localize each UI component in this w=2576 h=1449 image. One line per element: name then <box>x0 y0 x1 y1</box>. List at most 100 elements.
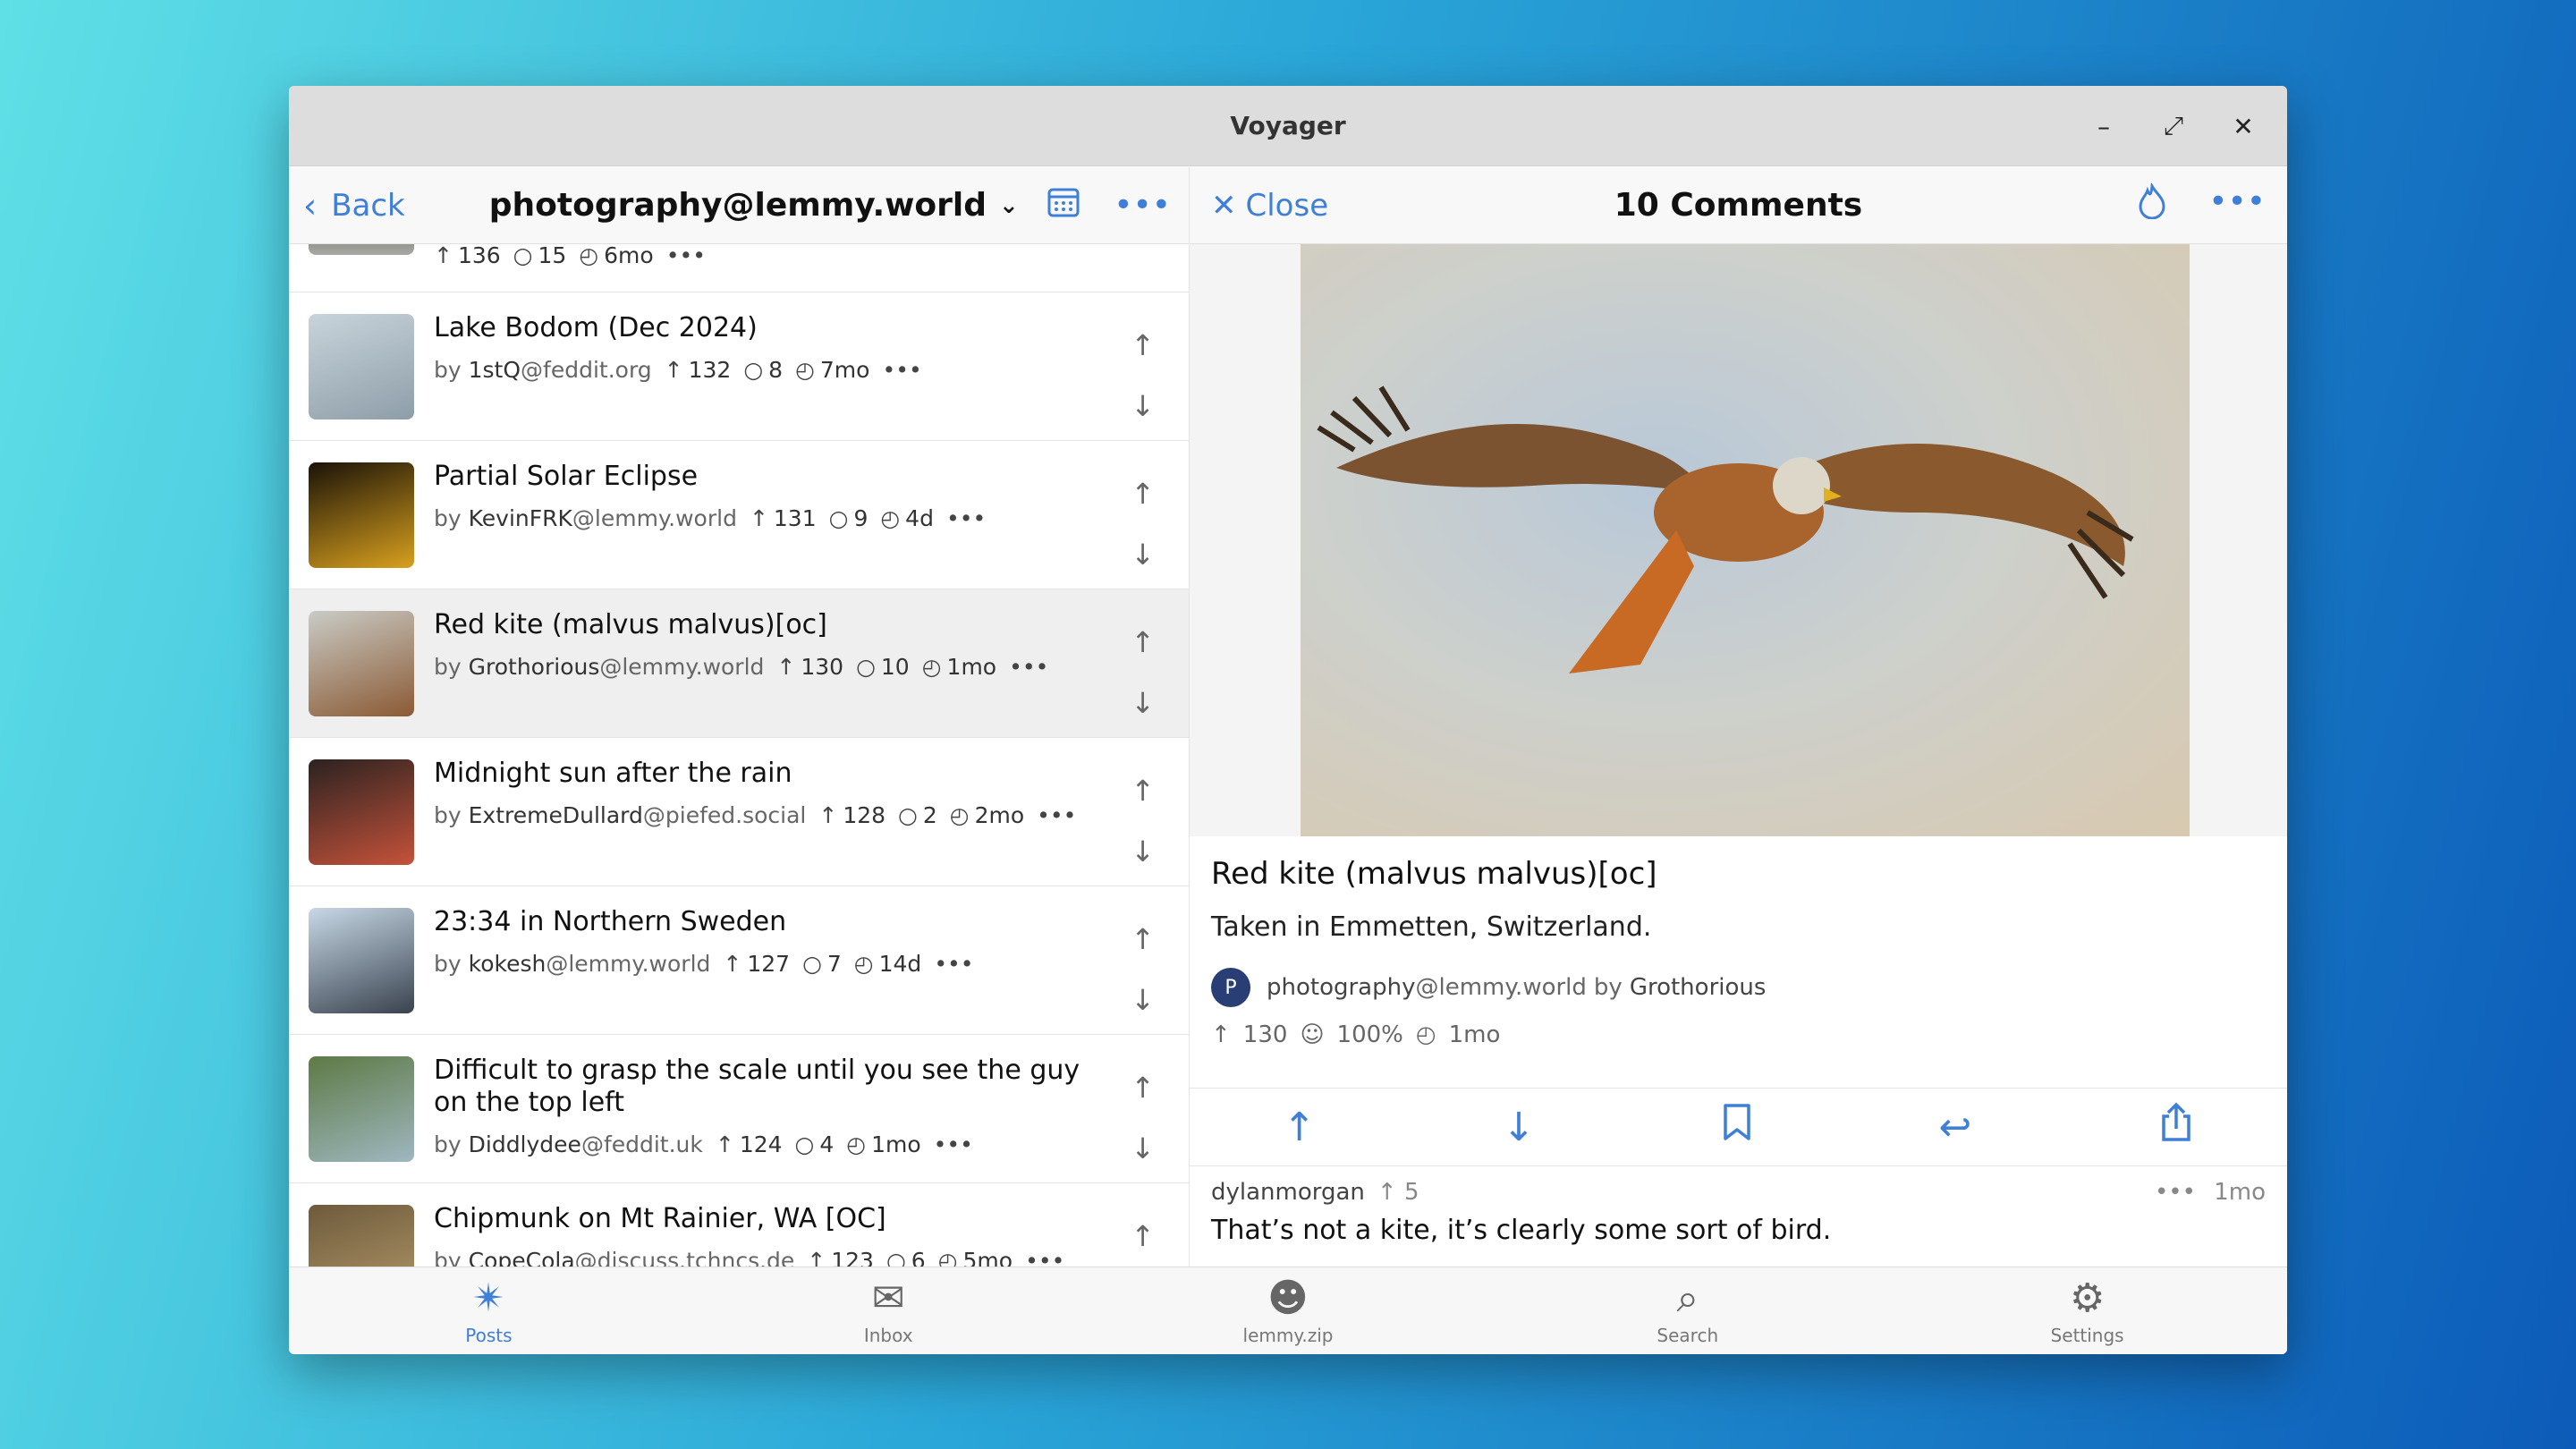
post-meta: by kokesh @lemmy.world ↑ 127 ○ 7 ◴ 14d ••• <box>434 951 1087 977</box>
more-options-icon[interactable]: ••• <box>1037 802 1076 828</box>
more-options-icon[interactable]: ••• <box>1114 187 1171 224</box>
post-age: 14d <box>878 951 922 977</box>
downvote-icon[interactable]: ↓ <box>1131 1131 1155 1165</box>
post-comments: 6 <box>911 1248 926 1267</box>
downvote-icon[interactable]: ↓ <box>1131 686 1155 720</box>
community-selector[interactable]: photography@lemmy.world ⌄ <box>489 187 1019 224</box>
post-thumbnail[interactable] <box>309 314 414 419</box>
upvote-small-icon: ↑ <box>1211 1021 1231 1048</box>
post-thumbnail[interactable] <box>309 462 414 568</box>
post-age: 4d <box>905 505 934 531</box>
post-author[interactable]: Diddlydee <box>469 1131 581 1157</box>
by-label: by <box>434 802 469 828</box>
post-thumbnail[interactable] <box>309 1056 414 1162</box>
back-button[interactable]: ‹ Back <box>303 186 405 225</box>
downvote-icon[interactable]: ↓ <box>1503 1105 1536 1150</box>
downvote-icon[interactable]: ↓ <box>1131 835 1155 869</box>
upvote-percentage: 100% <box>1336 1021 1403 1048</box>
list-item[interactable]: ↑ 136 ○ 15 ◴ 6mo ••• <box>289 237 1189 292</box>
post-score: 130 <box>801 654 844 680</box>
post-action-bar: ↑ ↓ ↩ <box>1190 1088 2287 1166</box>
post-image-container[interactable] <box>1190 244 2287 836</box>
post-comments: 2 <box>922 802 937 828</box>
post-list-actions: ••• <box>1046 183 1171 227</box>
maximize-icon[interactable]: ⤢ <box>2139 111 2208 141</box>
post-thumbnail[interactable] <box>309 759 414 865</box>
list-item[interactable]: Lake Bodom (Dec 2024) by 1stQ @feddit.or… <box>289 292 1189 441</box>
close-window-icon[interactable]: ✕ <box>2208 112 2278 141</box>
title-bar[interactable]: Voyager – ⤢ ✕ <box>289 86 2287 166</box>
post-comments: 7 <box>826 951 842 977</box>
post-author[interactable]: KevinFRK <box>469 505 572 531</box>
more-options-icon[interactable]: ••• <box>934 951 973 977</box>
author-link[interactable]: Grothorious <box>1630 974 1767 1001</box>
tab-search[interactable]: ⌕ Search <box>1487 1267 1887 1354</box>
post-author[interactable]: kokesh <box>469 951 547 977</box>
upvote-icon[interactable]: ↑ <box>1131 328 1155 362</box>
close-button[interactable]: ✕ Close <box>1211 188 1328 224</box>
downvote-icon[interactable]: ↓ <box>1131 389 1155 423</box>
minimize-icon[interactable]: – <box>2069 112 2139 141</box>
post-meta: by 1stQ @feddit.org ↑ 132 ○ 8 ◴ 7mo ••• <box>434 357 1087 383</box>
upvote-icon[interactable]: ↑ <box>1283 1105 1316 1150</box>
list-item[interactable]: Red kite (malvus malvus)[oc] by Grothori… <box>289 589 1189 738</box>
upvote-icon[interactable]: ↑ <box>1131 922 1155 956</box>
upvote-small-icon: ↑ <box>807 1248 826 1267</box>
chevron-left-icon: ‹ <box>303 185 318 225</box>
flame-icon[interactable] <box>2137 181 2167 227</box>
upvote-icon[interactable]: ↑ <box>1131 625 1155 659</box>
post-thumbnail[interactable] <box>309 908 414 1013</box>
profile-icon: ☻ <box>1267 1275 1309 1321</box>
comment-item[interactable]: dylanmorgan ↑ 5 ••• 1mo That’s not a kit… <box>1190 1166 2287 1258</box>
more-options-icon[interactable]: ••• <box>934 1131 973 1157</box>
calendar-icon[interactable] <box>1046 183 1081 227</box>
upvote-icon[interactable]: ↑ <box>1131 774 1155 808</box>
bookmark-icon[interactable] <box>1722 1103 1752 1152</box>
tab-settings[interactable]: ⚙ Settings <box>1887 1267 2287 1354</box>
upvote-icon[interactable]: ↑ <box>1131 477 1155 511</box>
tab-inbox[interactable]: ✉ Inbox <box>689 1267 1089 1354</box>
list-item[interactable]: 23:34 in Northern Sweden by kokesh @lemm… <box>289 886 1189 1035</box>
upvote-small-icon: ↑ <box>434 242 453 268</box>
more-options-icon[interactable]: ••• <box>946 505 986 531</box>
downvote-icon[interactable]: ↓ <box>1131 983 1155 1017</box>
comment-author[interactable]: dylanmorgan <box>1211 1179 1365 1206</box>
community-avatar[interactable]: P <box>1211 968 1250 1007</box>
community-name-link[interactable]: photography <box>1267 974 1416 1001</box>
post-author[interactable]: ExtremeDullard <box>469 802 643 828</box>
comment-icon: ○ <box>743 357 764 383</box>
more-options-icon[interactable]: ••• <box>666 242 706 268</box>
tab-posts[interactable]: ✴ Posts <box>289 1267 689 1354</box>
list-item[interactable]: Difficult to grasp the scale until you s… <box>289 1035 1189 1183</box>
post-list: ↑ 136 ○ 15 ◴ 6mo ••• Lake Bodom (Dec 2024) … <box>289 237 1189 1267</box>
post-summary: Difficult to grasp the scale until you s… <box>434 1055 1087 1157</box>
reply-icon[interactable]: ↩ <box>1938 1105 1971 1150</box>
back-label: Back <box>331 187 405 224</box>
more-options-icon[interactable]: ••• <box>2208 183 2266 227</box>
post-author[interactable]: 1stQ <box>469 357 521 383</box>
upvote-icon[interactable]: ↑ <box>1131 1219 1155 1253</box>
post-thumbnail[interactable] <box>309 1205 414 1267</box>
vote-controls: ↑ ↓ <box>1131 477 1155 572</box>
post-image[interactable] <box>1301 244 2190 836</box>
list-item[interactable]: Midnight sun after the rain by ExtremeDu… <box>289 738 1189 886</box>
more-options-icon[interactable]: ••• <box>882 357 921 383</box>
post-author[interactable]: Grothorious <box>469 654 600 680</box>
post-thumbnail[interactable] <box>309 611 414 716</box>
window-controls: – ⤢ ✕ <box>2069 86 2278 166</box>
more-options-icon[interactable]: ••• <box>1025 1248 1064 1267</box>
downvote-icon[interactable]: ↓ <box>1131 538 1155 572</box>
share-icon[interactable] <box>2158 1102 2194 1153</box>
tab-profile[interactable]: ☻ lemmy.zip <box>1089 1267 1488 1354</box>
close-icon: ✕ <box>1211 187 1237 224</box>
list-item[interactable]: Partial Solar Eclipse by KevinFRK @lemmy… <box>289 441 1189 589</box>
upvote-small-icon: ↑ <box>723 951 742 977</box>
post-meta: by Diddlydee @feddit.uk ↑ 124 ○ 4 ◴ 1mo ••• <box>434 1131 1087 1157</box>
list-item[interactable]: Chipmunk on Mt Rainier, WA [OC] by CopeC… <box>289 1183 1189 1267</box>
more-options-icon[interactable]: ••• <box>1009 654 1048 680</box>
post-score: 130 <box>1242 1021 1288 1048</box>
upvote-icon[interactable]: ↑ <box>1131 1071 1155 1105</box>
more-options-icon[interactable]: ••• <box>2155 1179 2196 1206</box>
post-author[interactable]: CopeCola <box>469 1248 575 1267</box>
post-summary: 23:34 in Northern Sweden by kokesh @lemm… <box>434 906 1087 977</box>
